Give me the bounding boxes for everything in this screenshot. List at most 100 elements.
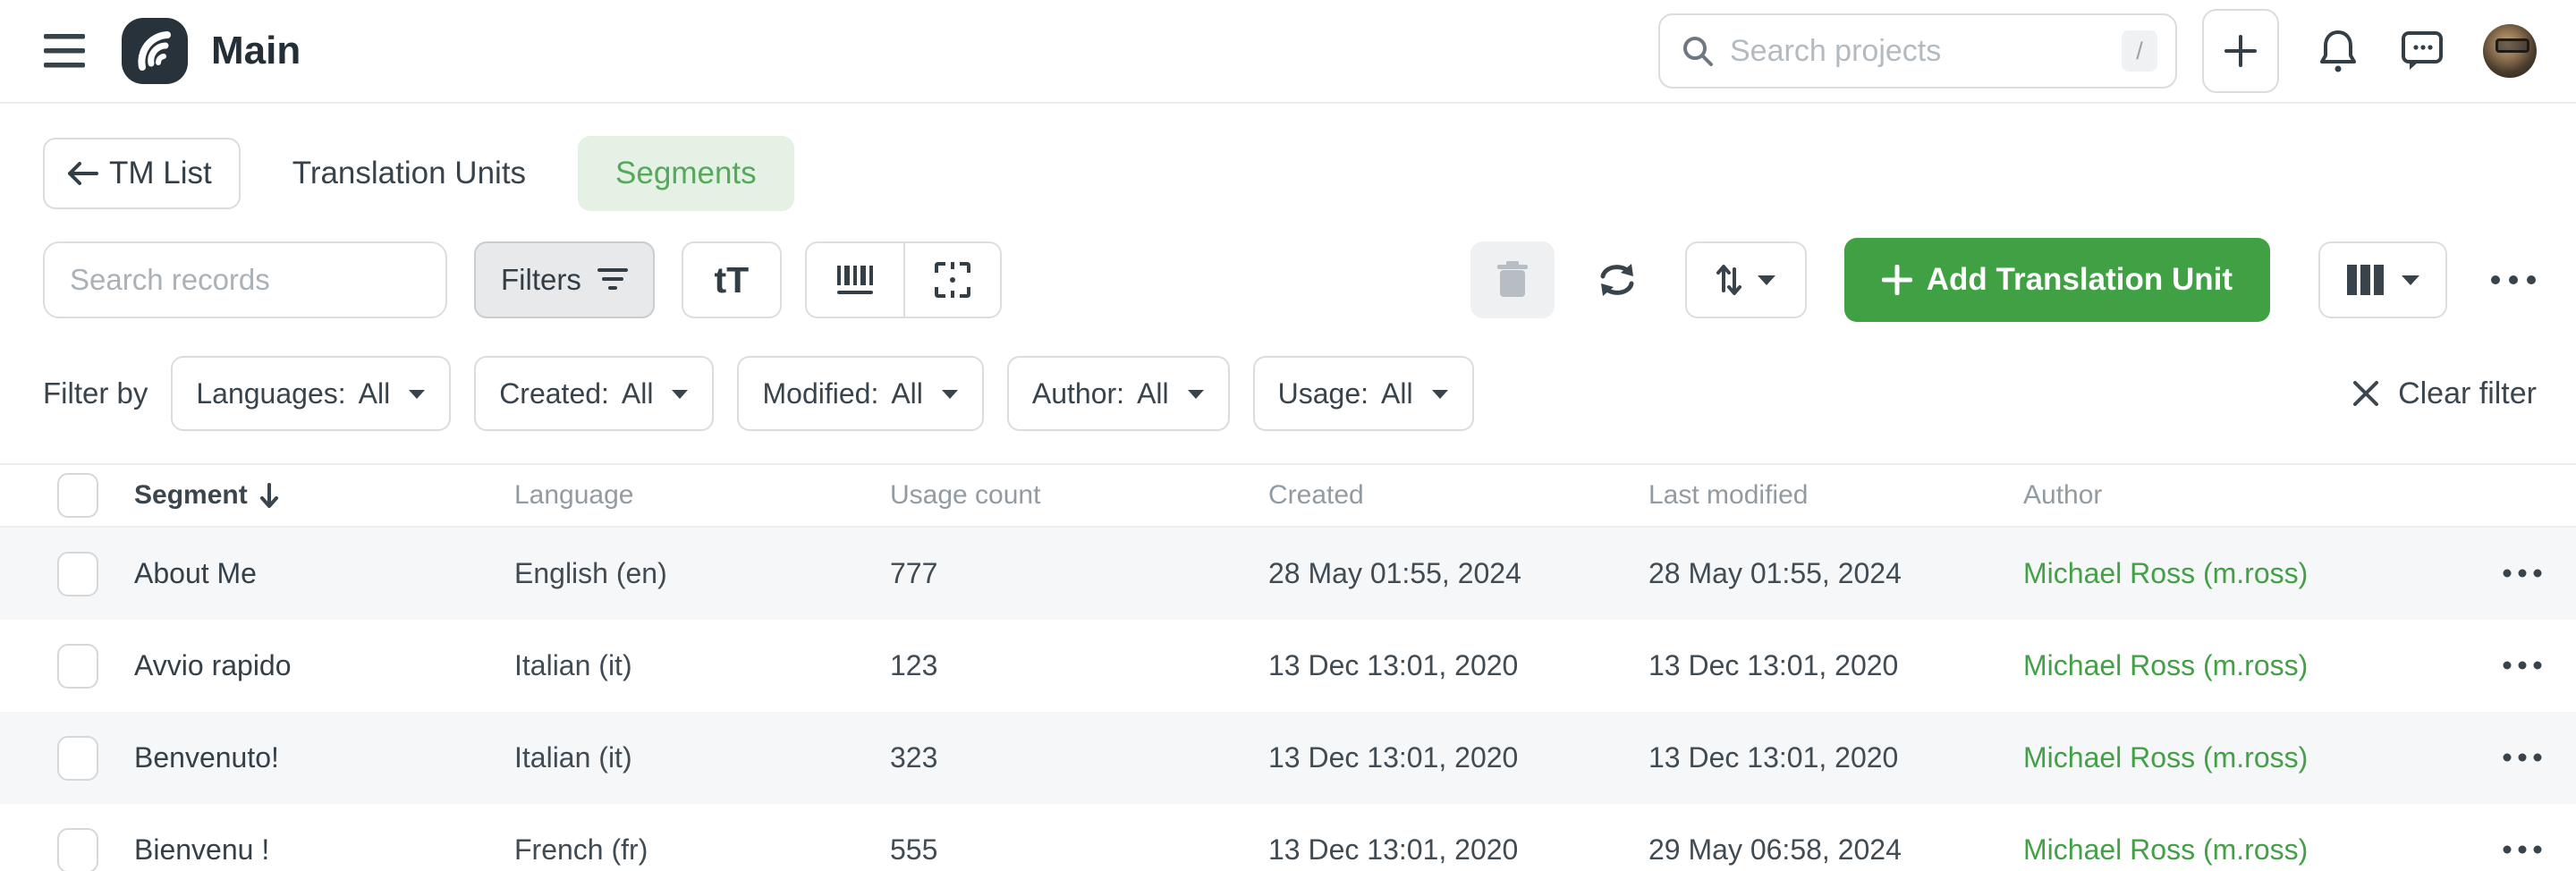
back-button-label: TM List bbox=[109, 156, 212, 191]
clear-filter-button[interactable]: Clear filter bbox=[2351, 376, 2537, 411]
author-link[interactable]: Michael Ross (m.ross) bbox=[2023, 557, 2469, 590]
chevron-down-icon bbox=[1431, 388, 1449, 400]
user-avatar[interactable] bbox=[2483, 24, 2537, 78]
search-records-input[interactable] bbox=[43, 241, 447, 318]
chip-label: Usage: bbox=[1278, 377, 1368, 410]
notifications-button[interactable] bbox=[2318, 29, 2358, 73]
project-search[interactable]: / bbox=[1658, 13, 2177, 89]
back-arrow-icon bbox=[66, 160, 98, 187]
exact-match-button[interactable] bbox=[903, 243, 1000, 317]
app-logo-icon bbox=[131, 28, 178, 74]
chip-value: All bbox=[622, 377, 654, 410]
row-checkbox[interactable] bbox=[57, 828, 98, 871]
chip-value: All bbox=[891, 377, 923, 410]
sort-descending-icon bbox=[258, 482, 280, 509]
usage-count-cell: 323 bbox=[890, 741, 1268, 774]
segment-cell: About Me bbox=[134, 557, 514, 590]
chip-value: All bbox=[359, 377, 391, 410]
table-row[interactable]: Benvenuto! Italian (it) 323 13 Dec 13:01… bbox=[0, 712, 2576, 804]
hamburger-menu-icon bbox=[44, 34, 85, 68]
language-cell: Italian (it) bbox=[514, 649, 890, 682]
row-more-button[interactable] bbox=[2503, 843, 2542, 857]
chip-label: Languages: bbox=[196, 377, 345, 410]
tab-segments[interactable]: Segments bbox=[578, 136, 794, 211]
create-project-button[interactable] bbox=[2202, 9, 2279, 93]
column-header-created[interactable]: Created bbox=[1268, 480, 1648, 511]
chip-value: All bbox=[1137, 377, 1169, 410]
row-checkbox[interactable] bbox=[57, 736, 98, 781]
row-more-button[interactable] bbox=[2503, 751, 2542, 765]
author-link[interactable]: Michael Ross (m.ross) bbox=[2023, 741, 2469, 774]
match-key-button[interactable] bbox=[807, 243, 903, 317]
last-modified-cell: 13 Dec 13:01, 2020 bbox=[1648, 649, 2023, 682]
column-header-last-modified[interactable]: Last modified bbox=[1648, 480, 2023, 511]
column-header-usage-count[interactable]: Usage count bbox=[890, 480, 1268, 511]
chevron-down-icon bbox=[1757, 274, 1776, 286]
add-translation-unit-button[interactable]: Add Translation Unit bbox=[1844, 238, 2270, 322]
search-shortcut-badge: / bbox=[2122, 30, 2157, 72]
created-cell: 28 May 01:55, 2024 bbox=[1268, 557, 1648, 590]
filter-chip-created[interactable]: Created: All bbox=[474, 356, 714, 431]
close-icon bbox=[2351, 379, 2380, 408]
filter-chip-author[interactable]: Author: All bbox=[1007, 356, 1230, 431]
tab-translation-units[interactable]: Translation Units bbox=[292, 156, 526, 191]
app-logo[interactable] bbox=[122, 18, 188, 84]
more-dots-icon bbox=[2503, 845, 2542, 854]
filter-bar: Filter by Languages: All Created: All Mo… bbox=[0, 356, 2576, 431]
author-link[interactable]: Michael Ross (m.ross) bbox=[2023, 649, 2469, 682]
column-header-segment[interactable]: Segment bbox=[134, 480, 514, 511]
more-dots-icon bbox=[2503, 569, 2542, 578]
delete-selected-button[interactable] bbox=[1470, 241, 1555, 318]
columns-button[interactable] bbox=[2318, 241, 2447, 318]
language-cell: Italian (it) bbox=[514, 741, 890, 774]
plus-icon bbox=[1882, 265, 1912, 295]
columns-icon bbox=[2345, 263, 2385, 297]
back-to-tm-list-button[interactable]: TM List bbox=[43, 138, 241, 209]
select-all-checkbox[interactable] bbox=[57, 473, 98, 518]
letter-case-icon: tT bbox=[714, 259, 749, 301]
filter-chip-languages[interactable]: Languages: All bbox=[171, 356, 451, 431]
filter-chip-usage[interactable]: Usage: All bbox=[1253, 356, 1474, 431]
chevron-down-icon bbox=[941, 388, 959, 400]
chevron-down-icon bbox=[2401, 274, 2420, 286]
toolbar-more-button[interactable] bbox=[2490, 275, 2537, 285]
search-icon bbox=[1682, 35, 1714, 67]
chevron-down-icon bbox=[671, 388, 689, 400]
search-mode-group bbox=[805, 241, 1002, 318]
crop-frame-icon bbox=[933, 260, 972, 300]
table-row[interactable]: About Me English (en) 777 28 May 01:55, … bbox=[0, 528, 2576, 620]
feedback-chat-button[interactable] bbox=[2401, 30, 2444, 72]
filter-chip-modified[interactable]: Modified: All bbox=[737, 356, 983, 431]
column-header-language[interactable]: Language bbox=[514, 480, 890, 511]
chip-label: Modified: bbox=[762, 377, 878, 410]
usage-count-cell: 555 bbox=[890, 833, 1268, 867]
convert-refresh-button[interactable] bbox=[1596, 260, 1639, 300]
table-row[interactable]: Avvio rapido Italian (it) 123 13 Dec 13:… bbox=[0, 620, 2576, 712]
row-more-button[interactable] bbox=[2503, 567, 2542, 580]
row-checkbox[interactable] bbox=[57, 644, 98, 689]
hamburger-menu-button[interactable] bbox=[39, 26, 89, 76]
bell-icon bbox=[2318, 29, 2358, 73]
more-dots-icon bbox=[2490, 275, 2537, 285]
table-header-row: Segment Language Usage count Created Las… bbox=[0, 465, 2576, 528]
filters-button[interactable]: Filters bbox=[474, 241, 655, 318]
created-cell: 13 Dec 13:01, 2020 bbox=[1268, 741, 1648, 774]
trash-icon bbox=[1496, 261, 1529, 299]
search-projects-input[interactable] bbox=[1730, 34, 2122, 69]
segment-cell: Benvenuto! bbox=[134, 741, 514, 774]
sort-button[interactable] bbox=[1685, 241, 1807, 318]
refresh-icon bbox=[1596, 260, 1639, 300]
row-more-button[interactable] bbox=[2503, 659, 2542, 672]
view-tabs: TM List Translation Units Segments bbox=[0, 104, 2576, 211]
usage-count-cell: 777 bbox=[890, 557, 1268, 590]
add-translation-unit-label: Add Translation Unit bbox=[1927, 262, 2233, 298]
language-cell: French (fr) bbox=[514, 833, 890, 867]
author-link[interactable]: Michael Ross (m.ross) bbox=[2023, 833, 2469, 867]
column-header-author[interactable]: Author bbox=[2023, 480, 2469, 511]
more-dots-icon bbox=[2503, 661, 2542, 670]
last-modified-cell: 13 Dec 13:01, 2020 bbox=[1648, 741, 2023, 774]
table-row[interactable]: Bienvenu ! French (fr) 555 13 Dec 13:01,… bbox=[0, 804, 2576, 871]
match-case-button[interactable]: tT bbox=[682, 241, 782, 318]
segment-cell: Avvio rapido bbox=[134, 649, 514, 682]
row-checkbox[interactable] bbox=[57, 552, 98, 596]
